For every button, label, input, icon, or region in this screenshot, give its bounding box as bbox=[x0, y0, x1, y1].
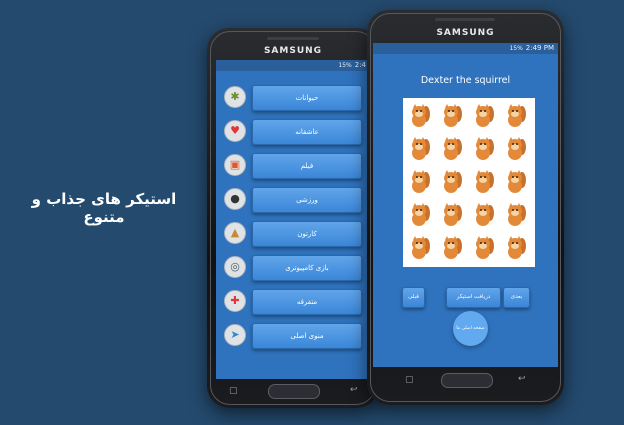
squirrel-sticker[interactable] bbox=[473, 104, 495, 128]
pack-title: Dexter the squirrel bbox=[420, 75, 511, 86]
sticker-sheet[interactable] bbox=[403, 98, 535, 267]
soccer-ball-icon[interactable]: ● bbox=[224, 188, 246, 210]
heart-icon[interactable]: ♥ bbox=[224, 120, 246, 142]
next-button[interactable]: بعدی bbox=[503, 287, 530, 308]
phone-brand: SAMSUNG bbox=[436, 28, 495, 38]
screen-categories: 15% 2:4 ✱ حیوانات ♥ عاشقانه ▣ فیلم ● ورزشی ▲ کارتو… bbox=[216, 60, 370, 379]
squirrel-sticker[interactable] bbox=[409, 104, 431, 128]
squirrel-sticker[interactable] bbox=[505, 104, 527, 128]
category-row[interactable]: ♥ عاشقانه bbox=[216, 119, 370, 145]
tagline: استیکر های جذاب و متنوع bbox=[31, 190, 177, 226]
battery-text: 15% bbox=[509, 45, 523, 52]
back-key[interactable]: ↩ bbox=[350, 385, 358, 395]
squirrel-sticker[interactable] bbox=[473, 137, 495, 161]
squirrel-sticker[interactable] bbox=[409, 137, 431, 161]
category-row[interactable]: ▲ کارتون bbox=[216, 221, 370, 247]
category-button[interactable]: فیلم bbox=[252, 153, 362, 179]
squirrel-sticker[interactable] bbox=[505, 203, 527, 227]
recent-apps-key[interactable]: ▢ bbox=[229, 386, 238, 396]
squirrel-sticker[interactable] bbox=[441, 137, 463, 161]
squirrel-sticker[interactable] bbox=[409, 170, 431, 194]
phone-sticker-pack: SAMSUNG 15% 2:49 PM Dexter the squirrel ق… bbox=[367, 10, 564, 405]
telegram-icon[interactable]: ➤ bbox=[224, 324, 246, 346]
home-button[interactable] bbox=[268, 384, 320, 399]
squirrel-sticker[interactable] bbox=[505, 170, 527, 194]
status-bar: 15% 2:4 bbox=[216, 60, 370, 71]
category-row[interactable]: ▣ فیلم bbox=[216, 153, 370, 179]
squirrel-sticker[interactable] bbox=[441, 104, 463, 128]
category-button[interactable]: بازی کامپیوتری bbox=[252, 255, 362, 281]
film-icon[interactable]: ▣ bbox=[224, 154, 246, 176]
squirrel-sticker[interactable] bbox=[473, 203, 495, 227]
squirrel-sticker[interactable] bbox=[441, 170, 463, 194]
squirrel-sticker[interactable] bbox=[441, 203, 463, 227]
category-row[interactable]: ✚ متفرقه bbox=[216, 289, 370, 315]
category-button[interactable]: کارتون bbox=[252, 221, 362, 247]
earpiece bbox=[267, 37, 319, 40]
giraffe-icon[interactable]: ▲ bbox=[224, 222, 246, 244]
phone-brand: SAMSUNG bbox=[263, 46, 323, 56]
home-button[interactable] bbox=[441, 373, 493, 388]
prev-button[interactable]: قبلی bbox=[402, 287, 425, 308]
main-page-button[interactable]: صفحه اصلی ما bbox=[453, 311, 488, 346]
phone-categories: SAMSUNG 15% 2:4 ✱ حیوانات ♥ عاشقانه ▣ فیلم ● ورز… bbox=[207, 28, 379, 408]
plus-icon[interactable]: ✚ bbox=[224, 290, 246, 312]
download-sticker-button[interactable]: دریافت استیکر bbox=[446, 287, 501, 308]
status-bar: 15% 2:49 PM bbox=[373, 43, 558, 54]
paw-icon[interactable]: ✱ bbox=[224, 86, 246, 108]
squirrel-sticker[interactable] bbox=[409, 236, 431, 260]
category-button[interactable]: عاشقانه bbox=[252, 119, 362, 145]
squirrel-sticker[interactable] bbox=[441, 236, 463, 260]
category-button[interactable]: منوی اصلی bbox=[252, 323, 362, 349]
category-button[interactable]: ورزشی bbox=[252, 187, 362, 213]
clock-text: 2:4 bbox=[354, 61, 366, 69]
category-row[interactable]: ✱ حیوانات bbox=[216, 85, 370, 111]
clock-text: 2:49 PM bbox=[525, 44, 554, 52]
earpiece bbox=[435, 18, 495, 21]
category-row[interactable]: ◎ بازی کامپیوتری bbox=[216, 255, 370, 281]
recent-apps-key[interactable]: ▢ bbox=[405, 375, 414, 385]
category-row[interactable]: ➤ منوی اصلی bbox=[216, 323, 370, 349]
squirrel-sticker[interactable] bbox=[505, 236, 527, 260]
category-button[interactable]: متفرقه bbox=[252, 289, 362, 315]
back-key[interactable]: ↩ bbox=[518, 374, 526, 384]
screen-sticker-pack: 15% 2:49 PM Dexter the squirrel قبلی دریا… bbox=[373, 43, 558, 367]
category-button[interactable]: حیوانات bbox=[252, 85, 362, 111]
squirrel-sticker[interactable] bbox=[473, 236, 495, 260]
squirrel-sticker[interactable] bbox=[505, 137, 527, 161]
battery-text: 15% bbox=[338, 62, 352, 69]
category-row[interactable]: ● ورزشی bbox=[216, 187, 370, 213]
squirrel-sticker[interactable] bbox=[473, 170, 495, 194]
squirrel-sticker[interactable] bbox=[409, 203, 431, 227]
gamepad-icon[interactable]: ◎ bbox=[224, 256, 246, 278]
